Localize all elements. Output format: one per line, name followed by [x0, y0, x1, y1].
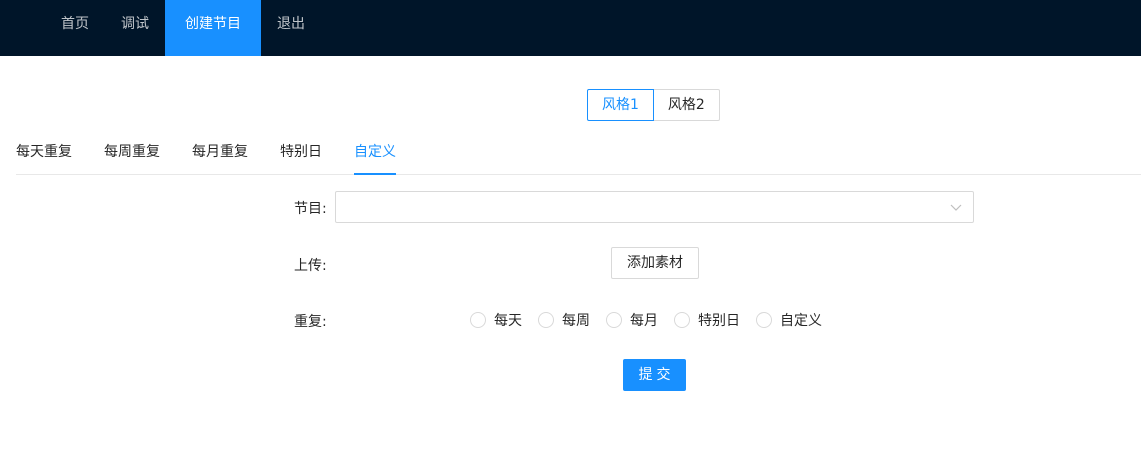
radio-weekly[interactable]: 每周	[538, 310, 590, 330]
radio-circle[interactable]	[538, 312, 554, 328]
radio-label: 每周	[562, 313, 590, 329]
nav-item-logout[interactable]: 退出	[261, 0, 321, 56]
repeat-radio-group: 每天 每周 每月 特别日 自定义	[470, 310, 838, 330]
upload-label: 上传:	[294, 258, 327, 274]
chevron-down-icon	[949, 200, 963, 214]
nav-item-home[interactable]: 首页	[45, 0, 105, 56]
radio-circle[interactable]	[606, 312, 622, 328]
radio-circle[interactable]	[756, 312, 772, 328]
radio-label: 特别日	[698, 313, 740, 329]
radio-circle[interactable]	[674, 312, 690, 328]
add-material-button[interactable]: 添加素材	[611, 247, 699, 279]
submit-button[interactable]: 提交	[623, 359, 686, 391]
radio-daily[interactable]: 每天	[470, 310, 522, 330]
style-switcher: 风格1 风格2	[587, 89, 720, 121]
tab-special-day[interactable]: 特别日	[280, 130, 322, 174]
tab-monthly[interactable]: 每月重复	[192, 130, 248, 174]
style-1-button[interactable]: 风格1	[587, 89, 654, 121]
tab-custom[interactable]: 自定义	[354, 130, 396, 175]
radio-custom[interactable]: 自定义	[756, 310, 822, 330]
radio-special-day[interactable]: 特别日	[674, 310, 740, 330]
radio-circle[interactable]	[470, 312, 486, 328]
style-2-button[interactable]: 风格2	[653, 89, 720, 121]
radio-label: 每天	[494, 313, 522, 329]
radio-monthly[interactable]: 每月	[606, 310, 658, 330]
top-nav: 首页 调试 创建节目 退出	[0, 0, 1141, 56]
tab-daily[interactable]: 每天重复	[16, 130, 72, 174]
radio-label: 自定义	[780, 313, 822, 329]
program-select[interactable]	[335, 191, 974, 223]
repeat-tabs: 每天重复 每周重复 每月重复 特别日 自定义	[16, 130, 1141, 175]
nav-item-create-program[interactable]: 创建节目	[165, 0, 261, 56]
program-label: 节目:	[294, 201, 327, 217]
repeat-label: 重复:	[294, 314, 327, 330]
radio-label: 每月	[630, 313, 658, 329]
tab-weekly[interactable]: 每周重复	[104, 130, 160, 174]
nav-item-debug[interactable]: 调试	[105, 0, 165, 56]
